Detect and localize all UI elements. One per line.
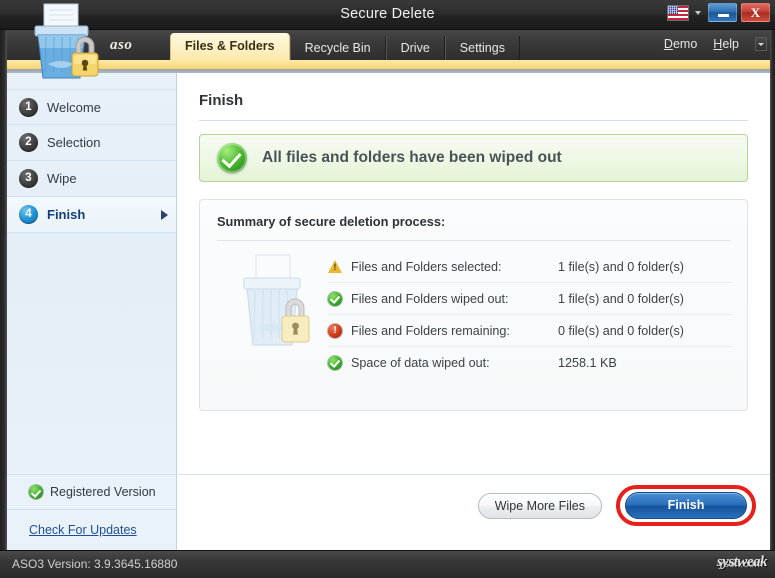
chevron-down-icon[interactable] xyxy=(695,11,701,15)
summary-row-files-selected: Files and Folders selected: 1 file(s) an… xyxy=(328,251,732,283)
title-divider xyxy=(199,120,748,121)
close-icon: X xyxy=(742,4,769,21)
summary-row-value: 1258.1 KB xyxy=(558,356,617,370)
window-right-edge xyxy=(770,30,775,550)
us-flag-icon[interactable] xyxy=(667,5,689,21)
sidebar-item-label: Finish xyxy=(47,207,85,222)
summary-row-value: 0 file(s) and 0 folder(s) xyxy=(558,324,684,338)
tab-bar: aso Files & Folders Recycle Bin Drive Se… xyxy=(0,30,775,60)
app-shredder-lock-icon xyxy=(14,2,110,82)
sidebar-item-welcome[interactable]: 1 Welcome xyxy=(7,89,176,125)
green-check-circle-icon xyxy=(217,143,247,173)
chevron-down-icon[interactable] xyxy=(755,37,767,51)
summary-row-value: 1 file(s) and 0 folder(s) xyxy=(558,260,684,274)
sidebar-footer: Registered Version Check For Updates xyxy=(7,474,176,550)
step-number: 3 xyxy=(19,169,38,188)
check-for-updates-link[interactable]: Check For Updates xyxy=(29,523,137,537)
step-number: 1 xyxy=(19,98,38,117)
green-check-icon xyxy=(328,292,342,306)
red-alert-icon xyxy=(328,324,342,338)
page-title: Finish xyxy=(199,92,243,109)
summary-row-label: Files and Folders wiped out: xyxy=(351,292,558,306)
watermark-overlay: ysoft.com xyxy=(718,558,763,570)
window-left-edge xyxy=(0,30,7,550)
registered-version-row: Registered Version xyxy=(7,474,176,510)
tab-recycle-bin[interactable]: Recycle Bin xyxy=(290,36,386,60)
sidebar-item-label: Welcome xyxy=(47,100,101,115)
summary-row-files-remaining: Files and Folders remaining: 0 file(s) a… xyxy=(328,315,732,347)
status-bar: ASO3 Version: 3.9.3645.16880 systweak ys… xyxy=(0,550,775,578)
demo-link[interactable]: Demo xyxy=(664,37,697,51)
minimize-button[interactable] xyxy=(708,3,737,22)
gold-accent-strip xyxy=(0,60,775,69)
summary-row-files-wiped: Files and Folders wiped out: 1 file(s) a… xyxy=(328,283,732,315)
sidebar-item-label: Selection xyxy=(47,135,100,150)
title-bar: Secure Delete X xyxy=(0,0,775,30)
tab-bar-right-links: Demo Help xyxy=(664,37,767,51)
warning-triangle-icon xyxy=(328,260,342,273)
summary-row-label: Files and Folders selected: xyxy=(351,260,558,274)
tab-settings[interactable]: Settings xyxy=(445,36,520,60)
sidebar-item-wipe[interactable]: 3 Wipe xyxy=(7,161,176,197)
summary-title: Summary of secure deletion process: xyxy=(217,214,445,229)
shredder-bin-lock-icon xyxy=(230,253,322,353)
summary-row-label: Space of data wiped out: xyxy=(351,356,558,370)
finish-button-highlight-wrap: Finish xyxy=(616,485,756,526)
brand-logo-text: aso xyxy=(110,37,132,54)
green-check-icon xyxy=(29,485,43,499)
help-link[interactable]: Help xyxy=(713,37,739,51)
sidebar-item-finish[interactable]: 4 Finish xyxy=(7,197,176,233)
summary-row-value: 1 file(s) and 0 folder(s) xyxy=(558,292,684,306)
sidebar-step-list: 1 Welcome 2 Selection 3 Wipe 4 Finish xyxy=(7,89,176,233)
success-banner: All files and folders have been wiped ou… xyxy=(199,134,748,182)
window-controls: X xyxy=(667,3,770,22)
footer-divider xyxy=(178,474,770,475)
green-check-icon xyxy=(328,356,342,370)
success-message: All files and folders have been wiped ou… xyxy=(262,149,562,167)
step-number: 4 xyxy=(19,205,38,224)
action-buttons: Wipe More Files Finish xyxy=(478,485,756,526)
finish-button[interactable]: Finish xyxy=(625,492,747,519)
sidebar-item-selection[interactable]: 2 Selection xyxy=(7,125,176,161)
summary-rows: Files and Folders selected: 1 file(s) an… xyxy=(328,251,732,378)
window-title: Secure Delete xyxy=(0,0,775,29)
flag-stars xyxy=(668,6,678,14)
summary-row-label: Files and Folders remaining: xyxy=(351,324,558,338)
tab-files-and-folders[interactable]: Files & Folders xyxy=(170,33,290,60)
step-number: 2 xyxy=(19,133,38,152)
sidebar-item-label: Wipe xyxy=(47,171,77,186)
sidebar: 1 Welcome 2 Selection 3 Wipe 4 Finish Re… xyxy=(7,73,177,550)
summary-divider xyxy=(217,240,731,241)
close-button[interactable]: X xyxy=(741,3,770,22)
application-window: Secure Delete X aso Files & Folders Recy… xyxy=(0,0,775,578)
summary-row-space-wiped: Space of data wiped out: 1258.1 KB xyxy=(328,347,732,378)
check-for-updates-row: Check For Updates xyxy=(7,510,176,550)
registered-version-label: Registered Version xyxy=(50,485,156,499)
tab-drive[interactable]: Drive xyxy=(386,36,445,60)
main-content: Finish All files and folders have been w… xyxy=(178,73,770,550)
wipe-more-files-button[interactable]: Wipe More Files xyxy=(478,493,602,519)
chevron-right-icon xyxy=(161,210,168,220)
tab-list: Files & Folders Recycle Bin Drive Settin… xyxy=(170,33,520,60)
summary-panel: Summary of secure deletion process: xyxy=(199,199,748,411)
version-status-text: ASO3 Version: 3.9.3645.16880 xyxy=(12,557,177,571)
